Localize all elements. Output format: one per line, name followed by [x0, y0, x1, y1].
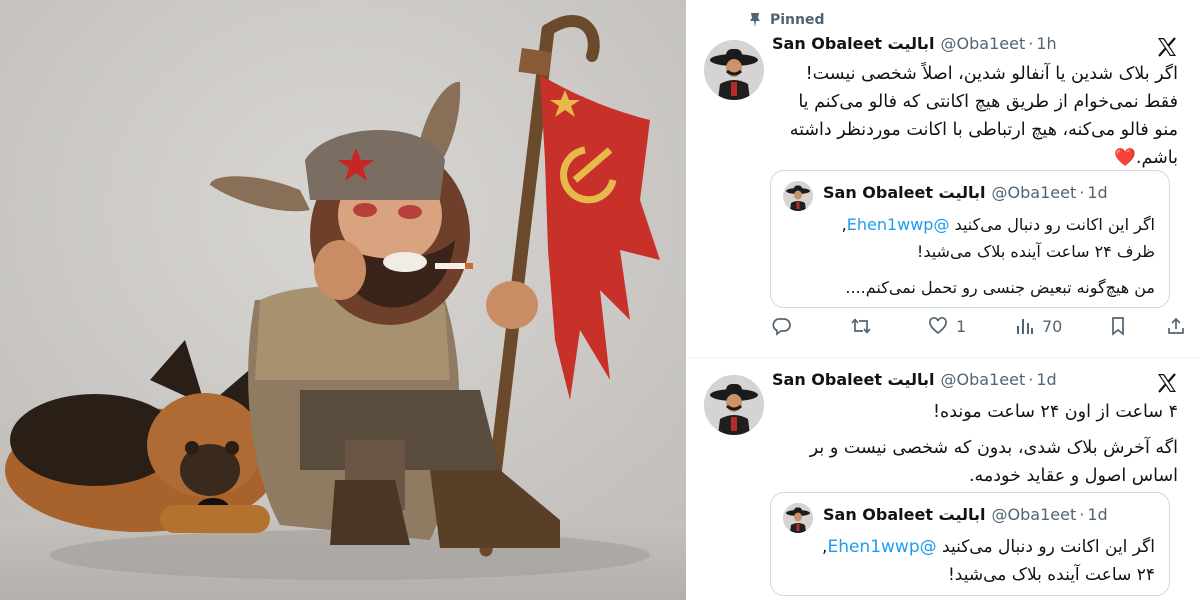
- tweet-text-line: اگه آخرش بلاک شدی، بدون که شخصی نیست و ب…: [809, 438, 1178, 458]
- tweet-text-line: اگر بلاک شدین یا آنفالو شدین، اصلاً شخصی…: [805, 64, 1178, 84]
- quoted-handle: @Oba1eet: [991, 505, 1077, 524]
- tweet-text-fragment: باشم.: [1135, 148, 1178, 168]
- quoted-text: اگر این اکانت رو دنبال می‌کنید @Ehen1wwp…: [785, 211, 1155, 301]
- bookmark-icon: [1112, 317, 1124, 336]
- display-name[interactable]: San Obaleet ابالیت: [772, 370, 935, 389]
- timestamp[interactable]: 1d: [1036, 370, 1056, 389]
- x-logo-icon[interactable]: [1156, 372, 1178, 394]
- share-icon: [1168, 317, 1184, 334]
- quoted-display-name: San Obaleet ابالیت: [823, 183, 986, 202]
- avatar[interactable]: [704, 40, 764, 100]
- quoted-text-line: من هیچ‌گونه تبعیض جنسی رو تحمل نمی‌کنم..…: [845, 278, 1155, 297]
- tweet-actions: 1 70: [772, 316, 1186, 344]
- separator-dot: ·: [1028, 370, 1034, 389]
- quoted-text-line: ۲۴ ساعت آینده بلاک می‌شید!: [947, 565, 1155, 585]
- quoted-text: اگر این اکانت رو دنبال می‌کنید @Ehen1wwp…: [785, 533, 1155, 589]
- separator-dot: ·: [1079, 505, 1085, 524]
- avatar[interactable]: [704, 375, 764, 435]
- quoted-text-line: ظرف ۲۴ ساعت آینده بلاک می‌شید!: [916, 242, 1155, 261]
- quoted-avatar: [783, 503, 813, 533]
- bookmark-button[interactable]: [1108, 316, 1128, 336]
- tweet-header: San Obaleet ابالیت @Oba1eet · 1h: [772, 34, 1057, 53]
- tweet-text: اگر بلاک شدین یا آنفالو شدین، اصلاً شخصی…: [758, 60, 1178, 172]
- tweet-text-line: فقط نمی‌خوام از طریق هیچ اکانتی که فالو …: [798, 92, 1178, 112]
- pinned-label: Pinned: [770, 12, 825, 28]
- quoted-header: San Obaleet ابالیت @Oba1eet · 1d: [823, 183, 1108, 202]
- separator-dot: ·: [1079, 183, 1085, 202]
- display-name[interactable]: San Obaleet ابالیت: [772, 34, 935, 53]
- reply-button[interactable]: [772, 316, 792, 336]
- views-count: 70: [1042, 316, 1063, 336]
- quoted-text-fragment: اگر این اکانت رو دنبال می‌کنید: [942, 537, 1155, 557]
- like-icon: [929, 317, 947, 335]
- tweet-text-line: اساس اصول و عقاید خودمه.: [968, 466, 1178, 486]
- quoted-tweet[interactable]: San Obaleet ابالیت @Oba1eet · 1d اگر این…: [770, 170, 1170, 308]
- pin-icon: [750, 13, 760, 27]
- quoted-display-name: San Obaleet ابالیت: [823, 505, 986, 524]
- tweet-feed: Pinned San Obaleet ابالیت @Oba1eet · 1h: [686, 0, 1200, 600]
- share-button[interactable]: [1166, 316, 1186, 336]
- mention-link[interactable]: @Ehen1wwp: [827, 537, 936, 557]
- user-handle[interactable]: @Oba1eet: [941, 34, 1026, 53]
- mention-link[interactable]: @Ehen1wwp: [847, 215, 950, 234]
- like-count: 1: [956, 316, 967, 336]
- quoted-tweet[interactable]: San Obaleet ابالیت @Oba1eet · 1d اگر این…: [770, 492, 1170, 596]
- quoted-avatar: [783, 181, 813, 211]
- views-button[interactable]: 70: [1014, 316, 1062, 336]
- like-button[interactable]: 1: [928, 316, 966, 336]
- quoted-timestamp: 1d: [1087, 183, 1108, 202]
- tweet[interactable]: San Obaleet ابالیت @Oba1eet · 1d ۴ ساعت …: [686, 358, 1200, 600]
- reply-icon: [772, 318, 791, 336]
- separator-dot: ·: [1028, 34, 1034, 53]
- quoted-header: San Obaleet ابالیت @Oba1eet · 1d: [823, 505, 1108, 524]
- quoted-timestamp: 1d: [1087, 505, 1108, 524]
- tweet-text-line: منو فالو می‌کنه، هیچ ارتباطی با اکانت مو…: [789, 120, 1178, 140]
- x-logo-icon[interactable]: [1156, 36, 1178, 58]
- views-icon: [1017, 319, 1033, 334]
- user-handle[interactable]: @Oba1eet: [941, 370, 1026, 389]
- tweet-pinned[interactable]: Pinned San Obaleet ابالیت @Oba1eet · 1h: [686, 0, 1200, 358]
- tweet-text-line: ۴ ساعت از اون ۲۴ ساعت مونده!: [933, 402, 1178, 422]
- heart-emoji: ❤️: [1114, 148, 1136, 168]
- retweet-icon: [851, 318, 871, 334]
- timestamp[interactable]: 1h: [1036, 34, 1056, 53]
- pinned-indicator: Pinned: [748, 12, 825, 28]
- retweet-button[interactable]: [850, 316, 872, 336]
- quoted-handle: @Oba1eet: [991, 183, 1077, 202]
- tweet-header: San Obaleet ابالیت @Oba1eet · 1d: [772, 370, 1057, 389]
- tweet-text: ۴ ساعت از اون ۲۴ ساعت مونده! اگه آخرش بل…: [758, 398, 1178, 490]
- quoted-text-fragment: اگر این اکانت رو دنبال می‌کنید: [954, 215, 1155, 234]
- tweet-text-line: باشم.❤️: [758, 144, 1178, 172]
- illustration-image: [0, 0, 686, 600]
